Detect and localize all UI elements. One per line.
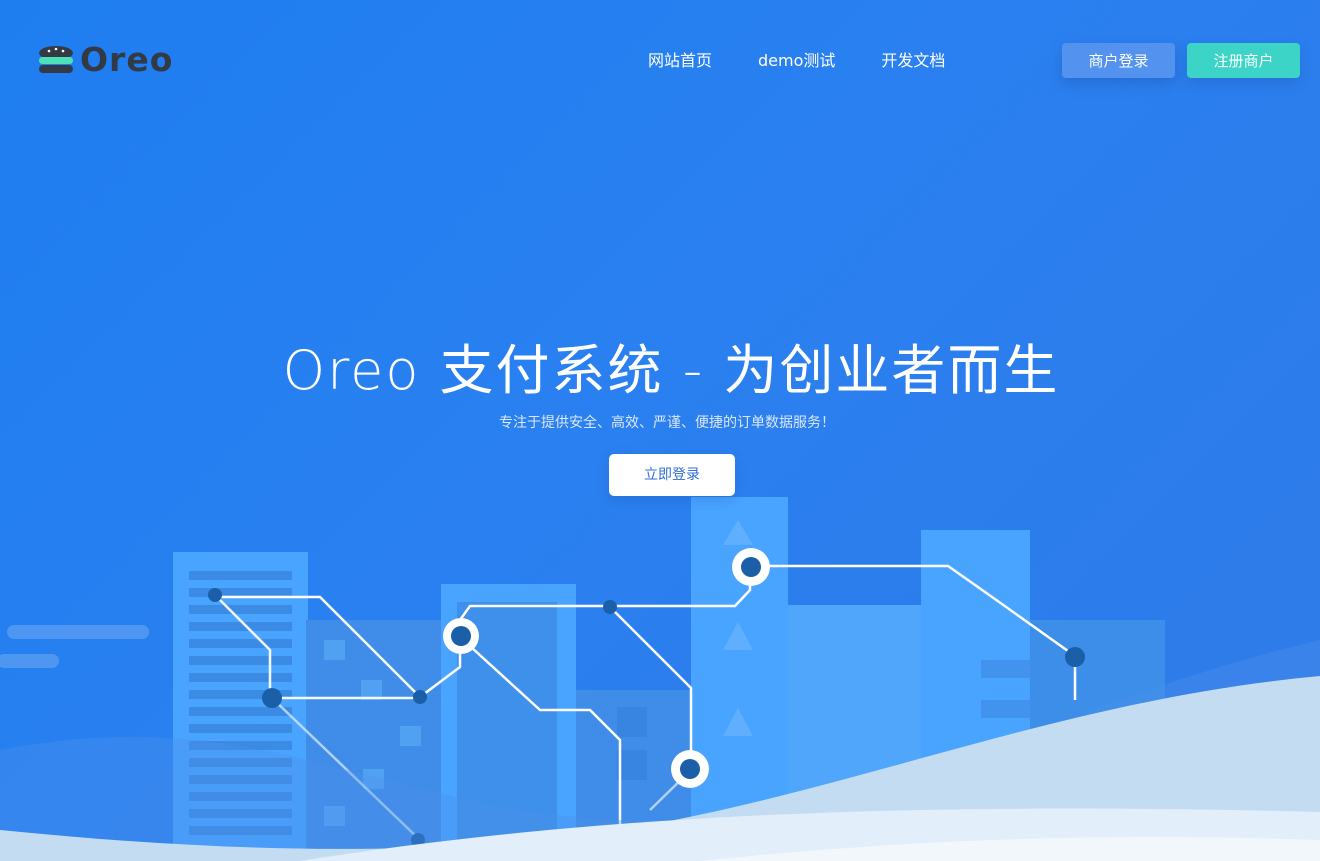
main-nav: 网站首页 demo测试 开发文档 xyxy=(648,50,991,72)
nav-item-docs[interactable]: 开发文档 xyxy=(881,50,945,72)
hero-subtitle: 专注于提供安全、高效、严谨、便捷的订单数据服务！ xyxy=(499,415,835,431)
nav-item-demo[interactable]: demo测试 xyxy=(758,50,835,72)
brand-name: Oreo xyxy=(80,40,174,79)
hero-title: Oreo 支付系统 - 为创业者而生 xyxy=(282,339,1060,402)
background-streaks xyxy=(0,625,149,668)
cookie-stack-icon xyxy=(39,46,73,73)
merchant-login-button[interactable]: 商户登录 xyxy=(1062,43,1175,78)
login-now-button[interactable]: 立即登录 xyxy=(609,454,735,496)
merchant-register-button[interactable]: 注册商户 xyxy=(1187,43,1300,78)
brand-logo[interactable]: Oreo xyxy=(38,40,174,79)
nav-item-home[interactable]: 网站首页 xyxy=(648,50,712,72)
